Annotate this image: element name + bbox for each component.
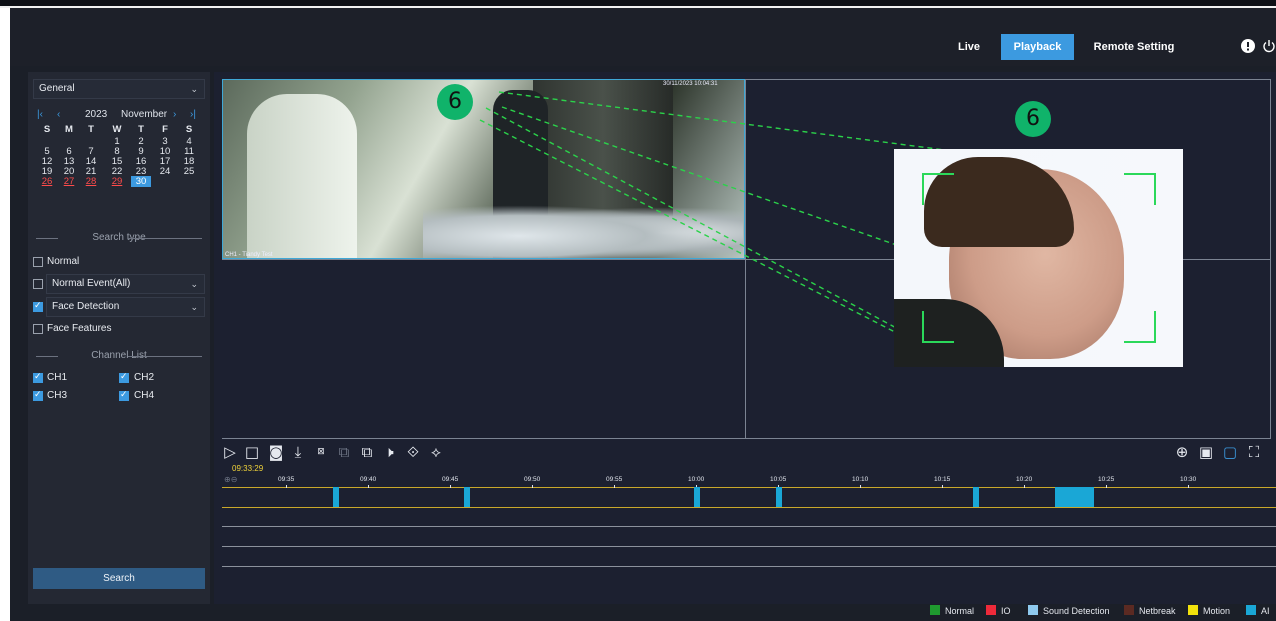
timeline-event-block[interactable] (464, 487, 471, 507)
face-box-corner (922, 311, 954, 343)
timeline-row-divider (222, 546, 1276, 547)
annotation-line (501, 106, 906, 249)
timeline-track-bottom (222, 507, 1276, 508)
tag-icon[interactable]: ⟐ (403, 442, 423, 462)
face-crop-panel (894, 149, 1183, 367)
legend-item: Sound Detection (1028, 605, 1110, 617)
stop-icon[interactable]: □ (242, 442, 262, 462)
face-box-corner (922, 173, 954, 205)
timeline-tick-label: 10:20 (1016, 476, 1033, 488)
timeline-tick-label: 10:30 (1180, 476, 1197, 488)
timeline-event-block[interactable] (1054, 487, 1094, 507)
timeline-event-block[interactable] (333, 487, 340, 507)
manage-tags-icon[interactable]: ⟡ (426, 442, 446, 462)
legend-label: Netbreak (1139, 606, 1176, 616)
timeline-tick-label: 10:25 (1098, 476, 1115, 488)
timeline-zoom-icons[interactable]: ⊕⊖ (224, 475, 237, 484)
timeline-track-top (222, 487, 1276, 488)
timeline-event-block[interactable] (972, 487, 979, 507)
legend-item: AI (1246, 605, 1270, 617)
legend-swatch (930, 605, 940, 615)
annotation-line (485, 107, 916, 339)
mute-icon[interactable]: 🕨 (379, 442, 399, 462)
face-box-corner (1124, 173, 1156, 205)
playback-toolbar: ▷ □ ◙ ⤓ ⊠ ⧉ ⧉ 🕨 ⟐ ⟡ ⊕ ▣ ▢ ⛶ (222, 442, 1276, 464)
timeline-tick-label: 09:40 (360, 476, 377, 488)
legend-swatch (1028, 605, 1038, 615)
legend-item: Normal (930, 605, 974, 617)
timeline-tick-label: 10:00 (688, 476, 705, 488)
annotation-badge-face: 6 (1015, 101, 1051, 137)
timeline[interactable]: ⊕⊖ 09:33:29 09:35 09:40 09:45 09:50 09:55 10:… (222, 464, 1276, 576)
snapshot-icon[interactable]: ◙ (266, 442, 286, 462)
timeline-event-block[interactable] (694, 487, 700, 507)
legend-item: Netbreak (1124, 605, 1176, 617)
legend-swatch (986, 605, 996, 615)
timeline-tick-label: 10:10 (852, 476, 869, 488)
legend-label: AI (1261, 606, 1270, 616)
legend-label: Normal (945, 606, 975, 616)
timeline-tick-label: 10:15 (934, 476, 951, 488)
timeline-tick-label: 09:35 (278, 476, 295, 488)
speed-x1-icon[interactable]: ⊠ (311, 442, 331, 462)
quad-view-icon[interactable]: ▢ (1220, 442, 1240, 462)
timeline-tick-label: 09:45 (442, 476, 459, 488)
legend-label: Motion (1203, 606, 1231, 616)
timeline-tick-label: 09:50 (524, 476, 541, 488)
legend-item: Motion (1188, 605, 1230, 617)
timeline-tick-label: 10:05 (770, 476, 787, 488)
zoom-in-icon[interactable]: ⊕ (1172, 442, 1192, 462)
legend-label: Sound Detection (1043, 606, 1110, 616)
legend-label: IO (1001, 606, 1011, 616)
clip-end-icon[interactable]: ⧉ (357, 442, 377, 462)
timeline-event-block[interactable] (776, 487, 782, 507)
face-box-corner (1124, 311, 1156, 343)
annotation-badge-video: 6 (437, 84, 473, 120)
play-icon[interactable]: ▷ (220, 442, 240, 462)
timeline-row-divider (222, 566, 1276, 567)
legend-swatch (1246, 605, 1256, 615)
annotation-line (479, 119, 941, 356)
event-legend: Normal IO Sound Detection Netbreak Motion AI (930, 605, 1270, 617)
legend-swatch (1124, 605, 1134, 615)
clip-start-icon[interactable]: ⧉ (334, 442, 354, 462)
legend-item: IO (986, 605, 1011, 617)
single-view-icon[interactable]: ▣ (1196, 442, 1216, 462)
timeline-tick-label: 09:55 (606, 476, 623, 488)
fullscreen-icon[interactable]: ⛶ (1244, 442, 1264, 462)
timeline-current-time: 09:33:29 (232, 464, 264, 473)
timeline-row-divider (222, 526, 1276, 527)
legend-swatch (1188, 605, 1198, 615)
download-icon[interactable]: ⤓ (288, 442, 308, 462)
